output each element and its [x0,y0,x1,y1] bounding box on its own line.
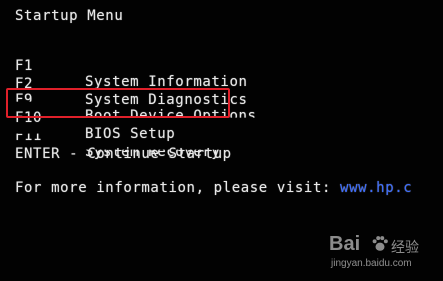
highlight-box [6,88,230,118]
info-line: For more information, please visit: www.… [15,180,412,196]
info-link[interactable]: www.hp.c [340,180,412,196]
info-text: For more information, please visit: [15,180,341,196]
continue-startup-option[interactable]: ENTER - Continue Startup [15,146,232,162]
menu-item-f11[interactable]: F11 System Recovery [0,112,300,176]
baidu-watermark: Bai 经验 jingyan.baidu.com [329,233,429,273]
menu-item-key: F11 [15,128,43,144]
watermark-suffix: 经验 [391,239,419,255]
paw-icon [372,236,388,251]
watermark-url: jingyan.baidu.com [331,258,412,269]
watermark-brand: Bai [329,233,361,255]
startup-menu-title: Startup Menu [15,8,124,24]
bios-screen: Startup Menu F1 System Information F2 Sy… [0,0,443,281]
